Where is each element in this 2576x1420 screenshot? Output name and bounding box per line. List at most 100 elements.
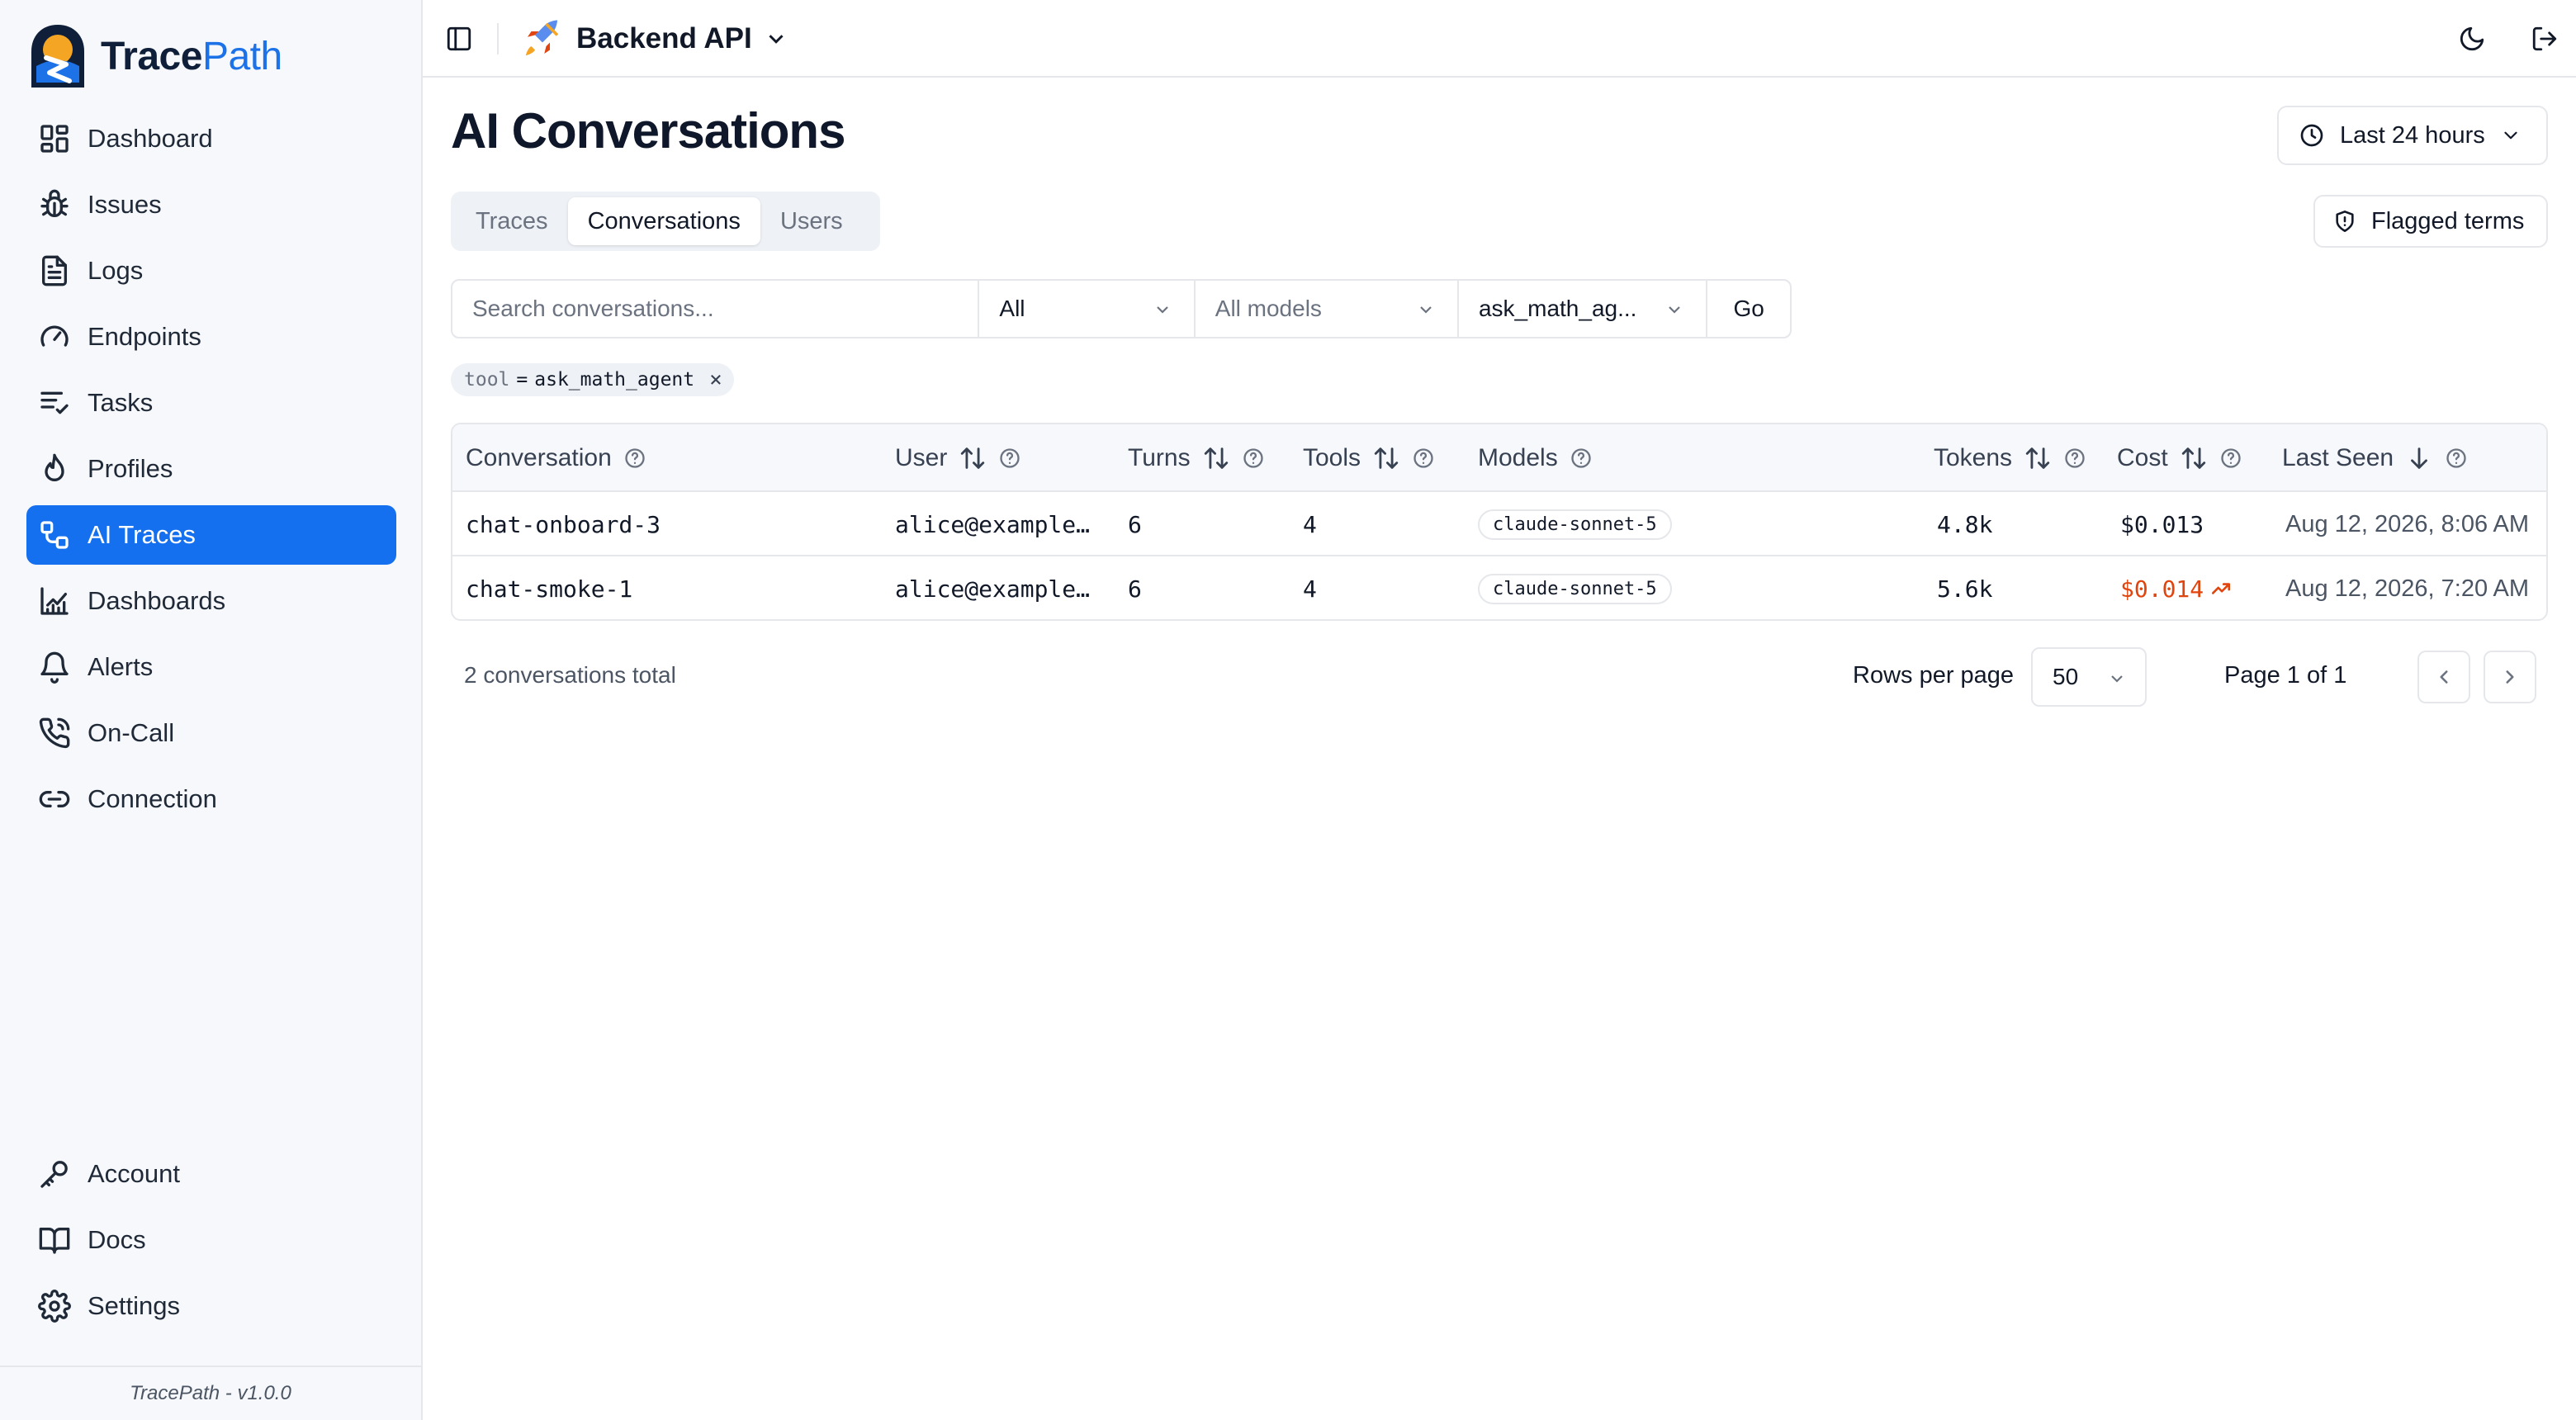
chevron-down-icon <box>1420 306 1432 314</box>
chevron-down-icon <box>1156 306 1168 314</box>
logout-button[interactable] <box>2522 16 2568 62</box>
chip-operator: = <box>516 369 528 390</box>
sidebar-item-connection[interactable]: Connection <box>26 769 396 829</box>
sidebar-item-dashboards[interactable]: Dashboards <box>26 571 396 631</box>
cost-value: $0.014 <box>2120 575 2204 603</box>
sidebar-item-dashboard[interactable]: Dashboard <box>26 109 396 168</box>
cell-turns: 6 <box>1128 575 1142 603</box>
cell-last-seen: Aug 12, 2026, 8:06 AM <box>2285 510 2530 537</box>
chip-value: ask_math_agent <box>534 369 695 390</box>
model-badge: claude-sonnet-5 <box>1478 509 1672 540</box>
cell-conversation[interactable]: chat-onboard-3 <box>466 492 661 556</box>
toggle-sidebar-button[interactable] <box>436 16 482 62</box>
column-header-models: Models <box>1478 424 1593 492</box>
active-filter-chip: tool = ask_math_agent × <box>451 363 734 396</box>
theme-toggle-button[interactable] <box>2449 16 2495 62</box>
table-row[interactable]: chat-smoke-1 alice@example… 6 4 claude-s… <box>452 556 2546 619</box>
sort-icon[interactable] <box>959 444 987 472</box>
help-icon[interactable] <box>2445 447 2468 470</box>
column-header-tools[interactable]: Tools <box>1303 424 1435 492</box>
link-icon <box>39 791 70 807</box>
column-header-user[interactable]: User <box>895 424 1021 492</box>
gear-icon <box>38 1290 71 1323</box>
scope-select-value: All <box>999 296 1025 321</box>
chevron-down-icon <box>769 35 784 44</box>
time-range-select[interactable]: Last 24 hours <box>2277 106 2548 165</box>
help-icon[interactable] <box>1412 447 1435 470</box>
table-row[interactable]: chat-onboard-3 alice@example… 6 4 claude… <box>452 492 2546 556</box>
previous-page-button[interactable] <box>2417 651 2470 703</box>
sidebar-item-logs[interactable]: Logs <box>26 241 396 301</box>
cell-user: alice@example… <box>895 510 1091 538</box>
sidebar-item-settings[interactable]: Settings <box>26 1276 396 1336</box>
tab-conversations[interactable]: Conversations <box>567 197 760 245</box>
sidebar-item-profiles[interactable]: Profiles <box>26 439 396 499</box>
bug-icon <box>40 189 69 217</box>
chevron-left-icon <box>2440 670 2448 684</box>
help-icon[interactable] <box>1570 447 1593 470</box>
help-icon[interactable] <box>2219 447 2242 470</box>
tab-traces[interactable]: Traces <box>456 197 568 245</box>
sidebar-item-on-call[interactable]: On-Call <box>26 703 396 763</box>
help-icon[interactable] <box>2063 447 2086 470</box>
go-button[interactable]: Go <box>1707 281 1790 337</box>
scope-select[interactable]: All <box>979 281 1196 337</box>
book-icon <box>39 1228 70 1254</box>
sidebar-item-account[interactable]: Account <box>26 1144 396 1204</box>
models-select-value: All models <box>1215 296 1322 321</box>
logout-icon <box>2532 26 2557 51</box>
cell-turns: 6 <box>1128 510 1142 538</box>
help-icon[interactable] <box>623 447 646 470</box>
flame-icon <box>45 453 64 481</box>
column-header-turns[interactable]: Turns <box>1128 424 1265 492</box>
cell-cost: $0.013 <box>2120 510 2204 538</box>
sort-icon[interactable] <box>2180 444 2208 472</box>
remove-filter-icon[interactable]: × <box>709 367 722 392</box>
cell-conversation[interactable]: chat-smoke-1 <box>466 556 632 619</box>
help-icon[interactable] <box>1242 447 1265 470</box>
brand-name: TracePath <box>101 34 282 78</box>
sidebar-item-label: Issues <box>88 190 162 219</box>
tracepath-logo-icon <box>31 25 84 88</box>
sidebar: TracePath Dashboard Issues Logs Endpoint… <box>0 0 423 1420</box>
sort-icon[interactable] <box>1372 444 1400 472</box>
sidebar-item-tasks[interactable]: Tasks <box>26 373 396 433</box>
topbar: Backend API <box>423 0 2576 78</box>
sidebar-item-docs[interactable]: Docs <box>26 1210 396 1270</box>
help-icon[interactable] <box>998 447 1021 470</box>
topbar-divider <box>497 23 499 54</box>
model-badge: claude-sonnet-5 <box>1478 573 1672 604</box>
chevron-down-icon <box>2504 131 2517 140</box>
project-switcher[interactable]: Backend API <box>520 15 788 63</box>
rows-per-page-select[interactable]: 50 <box>2031 647 2147 707</box>
tool-select[interactable]: ask_math_ag... <box>1459 281 1708 337</box>
brand[interactable]: TracePath <box>26 20 282 92</box>
column-header-tokens[interactable]: Tokens <box>1934 424 2086 492</box>
tab-users[interactable]: Users <box>760 197 863 245</box>
search-input[interactable]: Search conversations... <box>452 281 980 337</box>
trending-up-icon <box>2212 583 2231 594</box>
sort-icon[interactable] <box>1202 444 1230 472</box>
rocket-icon <box>525 20 559 56</box>
sidebar-item-endpoints[interactable]: Endpoints <box>26 307 396 367</box>
cell-tools: 4 <box>1303 510 1317 538</box>
flagged-terms-button[interactable]: Flagged terms <box>2313 195 2548 248</box>
gauge-icon <box>40 325 69 347</box>
column-header-last-seen[interactable]: Last Seen <box>2282 424 2468 492</box>
sidebar-panel-icon <box>447 26 471 51</box>
time-range-label: Last 24 hours <box>2340 121 2485 149</box>
moon-icon <box>2460 26 2484 51</box>
bell-icon <box>40 651 69 684</box>
sidebar-item-ai-traces[interactable]: AI Traces <box>26 505 396 565</box>
dashboard-grid-icon <box>40 125 69 153</box>
key-icon <box>40 1161 68 1188</box>
sidebar-item-alerts[interactable]: Alerts <box>26 637 396 697</box>
sort-icon[interactable] <box>2024 444 2052 472</box>
sort-desc-icon[interactable] <box>2405 444 2433 472</box>
tool-select-value: ask_math_ag... <box>1478 296 1637 321</box>
models-select[interactable]: All models <box>1196 281 1459 337</box>
column-header-cost[interactable]: Cost <box>2117 424 2242 492</box>
sidebar-item-issues[interactable]: Issues <box>26 175 396 234</box>
next-page-button[interactable] <box>2484 651 2536 703</box>
sidebar-item-label: Settings <box>88 1291 181 1320</box>
